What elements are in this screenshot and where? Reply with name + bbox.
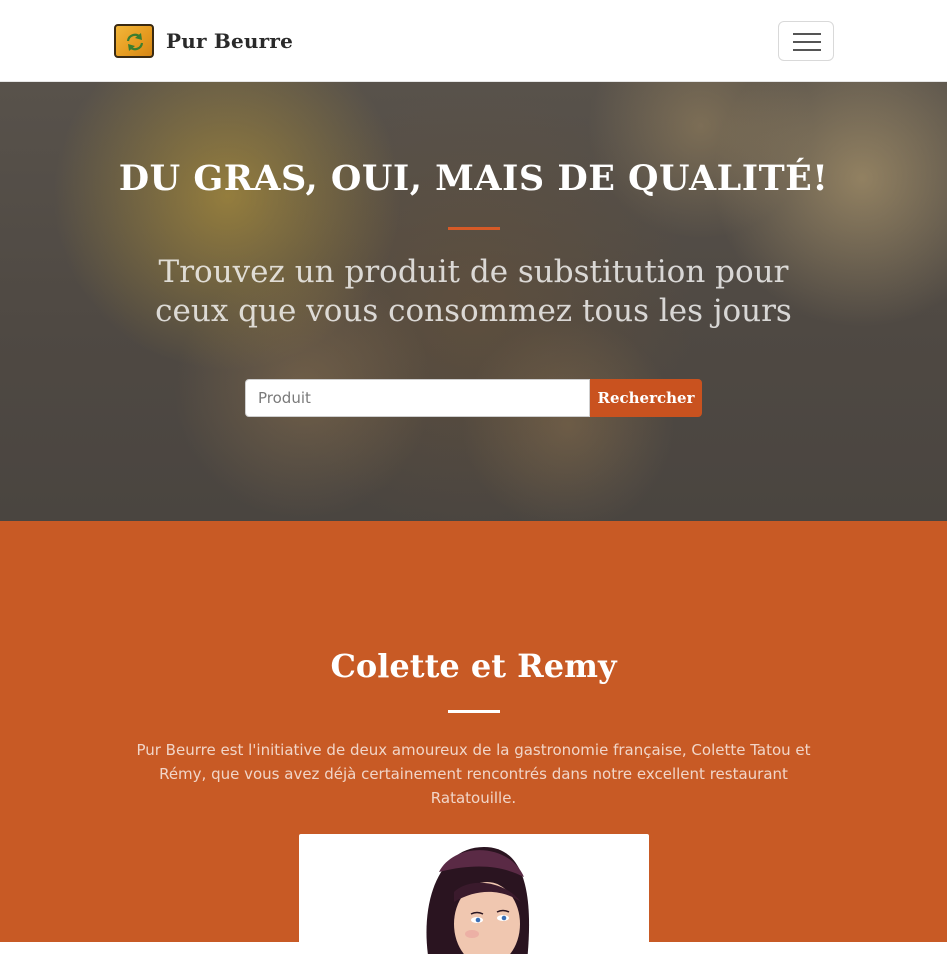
about-section: Colette et Remy Pur Beurre est l'initiat… bbox=[0, 521, 947, 954]
search-button[interactable]: Rechercher bbox=[590, 379, 702, 417]
brand-link[interactable]: Pur Beurre bbox=[114, 24, 293, 58]
hero-section: DU GRAS, OUI, MAIS DE QUALITÉ! Trouvez u… bbox=[0, 82, 947, 521]
product-search-input[interactable] bbox=[245, 379, 590, 417]
colette-portrait-image bbox=[426, 847, 529, 954]
brand-name: Pur Beurre bbox=[166, 29, 294, 53]
hero-title: DU GRAS, OUI, MAIS DE QUALITÉ! bbox=[118, 158, 829, 199]
navbar: Pur Beurre bbox=[0, 0, 947, 82]
refresh-arrows-icon bbox=[114, 24, 154, 58]
about-title: Colette et Remy bbox=[330, 647, 617, 685]
colette-image-card bbox=[299, 834, 649, 954]
about-divider bbox=[448, 710, 500, 713]
hamburger-menu-icon bbox=[793, 33, 821, 51]
about-text: Pur Beurre est l'initiative de deux amou… bbox=[136, 741, 811, 807]
navbar-toggle-button[interactable] bbox=[778, 21, 834, 61]
hero-divider bbox=[448, 227, 500, 230]
hero-subtitle: Trouvez un produit de substitution pour … bbox=[155, 254, 792, 329]
